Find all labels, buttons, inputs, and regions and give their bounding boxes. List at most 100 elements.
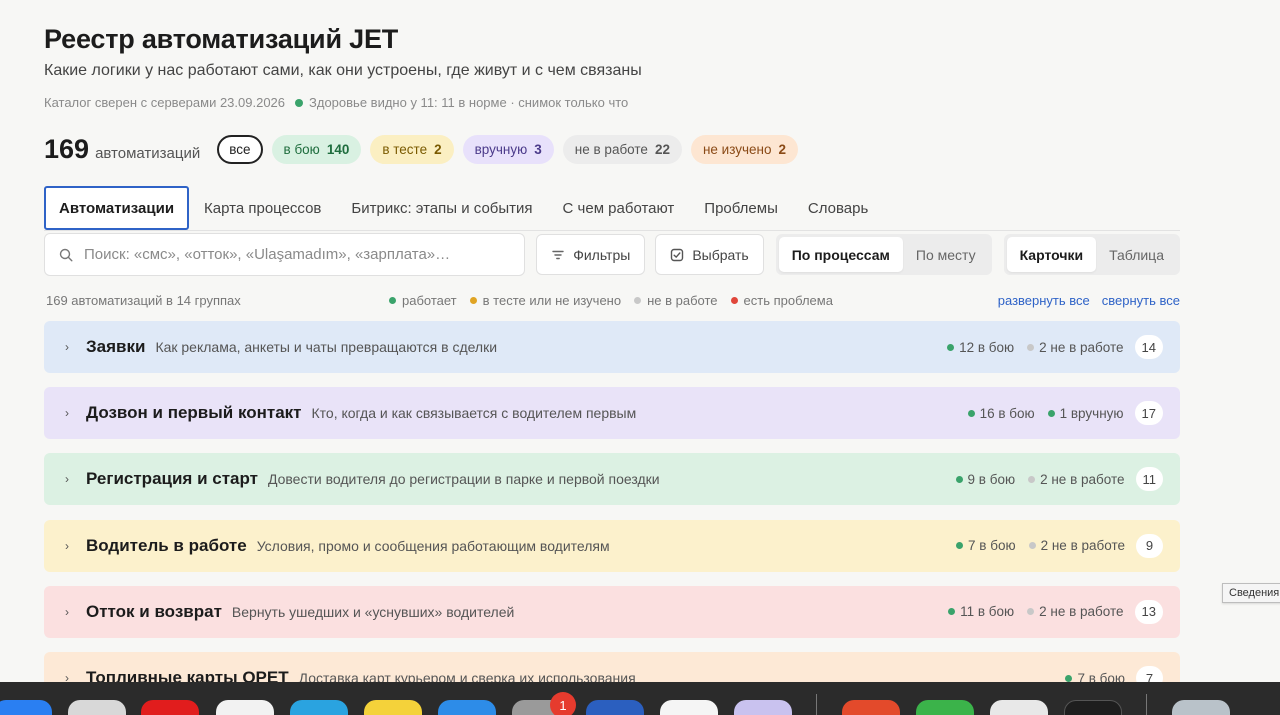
group-stat-text: 9 в бою: [967, 471, 1016, 487]
chevron-right-icon[interactable]: ›: [65, 472, 74, 486]
tab-glossary[interactable]: Словарь: [793, 186, 883, 230]
dock-app-icon[interactable]: [0, 700, 52, 715]
group-stat: 2 не в работе: [1027, 339, 1124, 355]
legend-label: не в работе: [647, 292, 718, 308]
dock-app-icon[interactable]: [1064, 700, 1122, 715]
search-input[interactable]: [84, 246, 525, 263]
dock-app-icon[interactable]: [68, 700, 126, 715]
expand-collapse-links: развернуть все свернуть все: [998, 293, 1180, 308]
tab-problems[interactable]: Проблемы: [689, 186, 793, 230]
group-row[interactable]: › Водитель в работе Условия, промо и сообщ…: [44, 519, 1180, 572]
summary-text: 169 автоматизаций в 14 группах: [46, 292, 241, 308]
group-count-badge: 11: [1135, 467, 1163, 492]
select-label: Выбрать: [692, 246, 749, 263]
collapse-all-link[interactable]: свернуть все: [1102, 293, 1180, 308]
chip-count: 2: [434, 142, 442, 157]
chip-count: 140: [326, 142, 350, 157]
group-count-badge: 14: [1134, 335, 1163, 359]
group-stat-text: 2 не в работе: [1040, 471, 1125, 487]
chip-in-test[interactable]: в тесте 2: [370, 135, 454, 164]
dock-app-icon[interactable]: [916, 700, 974, 715]
dock-app-icon[interactable]: [290, 700, 348, 715]
chip-all[interactable]: все: [217, 135, 263, 164]
group-stats: 9 в бою 2 не в работе 11: [943, 467, 1163, 492]
group-stat-text: 1 вручную: [1059, 405, 1124, 421]
group-by-place[interactable]: По месту: [903, 237, 989, 272]
status-dot: [955, 475, 963, 483]
group-description: Кто, когда и как связывается с водителем…: [311, 405, 637, 422]
dock-app-icon[interactable]: [364, 700, 422, 715]
tab-automations[interactable]: Автоматизации: [44, 186, 190, 230]
macos-dock: 1: [0, 682, 1280, 715]
legend-item: в тесте или не изучено: [469, 292, 622, 308]
chip-count: 3: [534, 142, 542, 157]
dock-separator: [816, 694, 817, 715]
group-row[interactable]: › Заявки Как реклама, анкеты и чаты превра…: [44, 321, 1180, 373]
group-stat-text: 2 не в работе: [1039, 339, 1124, 355]
status-dot: [967, 409, 975, 417]
catalog-sync-text: Каталог сверен с серверами 23.09.2026: [44, 95, 286, 110]
tab-integrations[interactable]: С чем работают: [548, 186, 690, 230]
dock-app-icon[interactable]: [438, 700, 496, 715]
legend-label: в тесте или не изучено: [482, 292, 622, 308]
expand-all-link[interactable]: развернуть все: [998, 293, 1090, 308]
group-stats: 16 в бою 1 вручную 17: [955, 401, 1163, 426]
chip-label: не в работе: [574, 142, 648, 157]
group-stats: 11 в бою 2 не в работе 13: [935, 599, 1163, 624]
chip-not-active[interactable]: не в работе 22: [562, 135, 682, 164]
filters-button[interactable]: Фильтры: [536, 234, 646, 275]
tab-process-map[interactable]: Карта процессов: [189, 186, 336, 230]
group-name: Дозвон и первый контакт: [86, 403, 302, 423]
search-box[interactable]: [44, 233, 526, 276]
status-dot: [1027, 343, 1035, 351]
status-dot: [1047, 409, 1055, 417]
select-button[interactable]: Выбрать: [655, 234, 764, 275]
group-stat: 2 не в работе: [1028, 471, 1125, 487]
dock-app-icon[interactable]: [734, 700, 792, 715]
chip-count: 2: [778, 142, 787, 157]
chevron-right-icon[interactable]: ›: [65, 340, 74, 354]
dock-app-icon[interactable]: [141, 700, 199, 715]
chip-label: в тесте: [382, 142, 428, 157]
status-count-row: 169 автоматизаций все в бою 140 в тесте 2 …: [44, 134, 799, 165]
tooltip: Сведения: [1222, 583, 1280, 603]
group-by-process[interactable]: По процессам: [778, 237, 903, 272]
group-row[interactable]: › Регистрация и старт Довести водителя до …: [44, 453, 1180, 506]
group-stat-text: 16 в бою: [979, 405, 1035, 421]
trash-icon[interactable]: [1172, 700, 1230, 715]
group-stat-text: 2 не в работе: [1040, 538, 1125, 554]
group-description: Условия, промо и сообщения работающим во…: [256, 537, 610, 554]
legend-label: есть проблема: [743, 292, 833, 308]
health-status-dot: [295, 98, 304, 107]
chip-not-studied[interactable]: не изучено 2: [690, 135, 799, 164]
group-stat-text: 12 в бою: [959, 339, 1015, 355]
dock-app-icon[interactable]: [216, 700, 274, 715]
view-table[interactable]: Таблица: [1096, 237, 1177, 272]
legend-dot: [634, 296, 642, 304]
tab-bitrix[interactable]: Битрикс: этапы и события: [336, 186, 547, 230]
chevron-right-icon[interactable]: ›: [65, 539, 74, 553]
group-row[interactable]: › Дозвон и первый контакт Кто, когда и как…: [44, 387, 1180, 440]
group-stat: 1 вручную: [1047, 405, 1124, 421]
dock-app-icon[interactable]: [660, 700, 718, 715]
legend-item: работает: [389, 293, 457, 308]
dock-app-icon[interactable]: [842, 700, 900, 715]
group-row[interactable]: › Отток и возврат Вернуть ушедших и «уснув…: [44, 585, 1180, 638]
chevron-right-icon[interactable]: ›: [65, 406, 74, 420]
dock-app-icon[interactable]: [586, 700, 644, 715]
group-description: Вернуть ушедших и «уснувших» водителей: [231, 603, 515, 620]
chip-manual[interactable]: вручную 3: [462, 135, 554, 164]
group-stat: 16 в бою: [967, 405, 1035, 421]
group-name: Регистрация и старт: [86, 469, 258, 489]
chip-label: все: [229, 142, 251, 157]
group-stats: 7 в бою 2 не в работе 9: [943, 533, 1163, 558]
toolbar: Фильтры Выбрать По процессам По месту Ка…: [44, 233, 1180, 276]
total-count-label: автоматизаций: [95, 145, 201, 162]
status-legend: работает в тесте или не изучено не в раб…: [389, 293, 846, 308]
dock-app-icon[interactable]: [990, 700, 1048, 715]
chip-in-production[interactable]: в бою 140: [271, 135, 362, 164]
chevron-right-icon[interactable]: ›: [65, 605, 74, 619]
view-cards[interactable]: Карточки: [1006, 237, 1097, 272]
group-stat: 2 не в работе: [1028, 538, 1125, 554]
page-title: Реестр автоматизаций JET: [44, 24, 399, 54]
